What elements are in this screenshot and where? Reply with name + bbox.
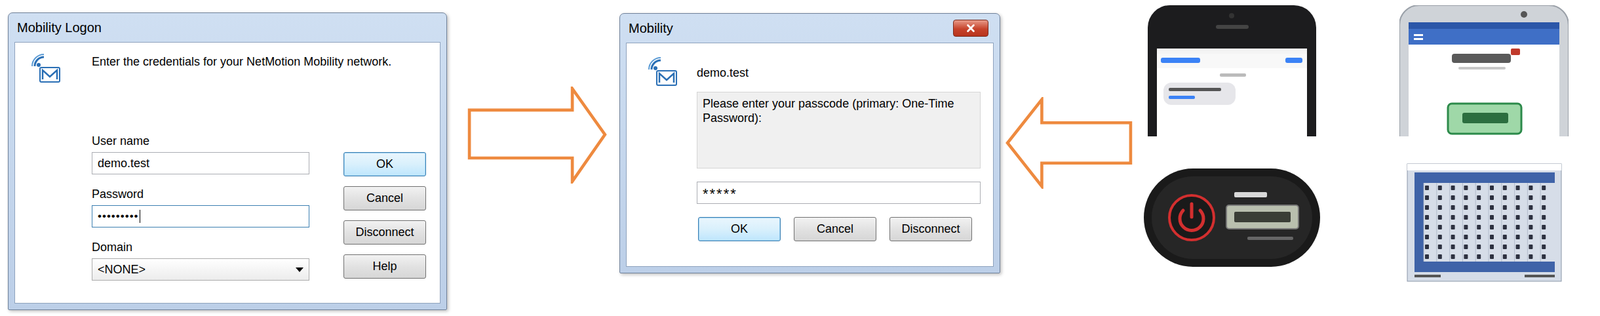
user-name: demo.test xyxy=(696,55,981,80)
message-box: Please enter your passcode (primary: One… xyxy=(696,91,981,169)
passcode-dialog: Mobility demo.test Please enter your pas… xyxy=(619,13,1001,274)
sms-phone-icon xyxy=(1147,5,1317,137)
otp-devices xyxy=(1139,5,1576,283)
form-field: User name demo.test xyxy=(91,133,310,175)
dialog-button[interactable]: Disconnect xyxy=(343,220,427,245)
grid-card-icon xyxy=(1406,163,1562,282)
device-picture xyxy=(1399,5,1569,137)
device-picture xyxy=(1147,5,1317,137)
text-caret xyxy=(139,209,141,223)
hardware-token-icon xyxy=(1142,163,1322,273)
dialog-button[interactable]: Cancel xyxy=(793,216,877,242)
button-column: OK Cancel Disconnect Help xyxy=(343,133,427,281)
passcode-input[interactable]: ***** xyxy=(696,181,981,204)
netmotion-logo-icon xyxy=(646,55,680,88)
prompt-text: Enter the credentials for your NetMotion… xyxy=(91,51,435,134)
window-title: Mobility Logon xyxy=(17,20,102,36)
text-input[interactable]: ••••••••• xyxy=(91,205,310,228)
dialog-button[interactable]: OK xyxy=(343,152,427,177)
dropdown-arrow-icon xyxy=(295,267,304,273)
dialog-body: demo.test Please enter your passcode (pr… xyxy=(625,42,994,267)
device-picture xyxy=(1406,163,1562,282)
dialog-button[interactable]: Help xyxy=(343,254,427,279)
text-input[interactable]: demo.test xyxy=(91,152,310,175)
title-bar: Mobility xyxy=(625,13,994,43)
title-bar: Mobility Logon xyxy=(14,13,441,42)
flow-arrow-left-icon xyxy=(1005,97,1133,189)
domain-select[interactable]: <NONE> xyxy=(91,258,310,281)
close-button[interactable] xyxy=(953,19,989,37)
credential-fields: User name demo.test Password ••••••••• D… xyxy=(91,133,310,281)
device-picture xyxy=(1142,163,1322,273)
dialog-button[interactable]: OK xyxy=(698,216,781,242)
field-label: Domain xyxy=(91,239,310,255)
form-field: Domain <NONE> xyxy=(91,239,310,281)
form-field: Password ••••••••• xyxy=(91,186,310,228)
flow-arrow-right-icon xyxy=(467,86,607,184)
authenticator-phone-icon xyxy=(1399,5,1569,137)
button-row: OK Cancel Disconnect xyxy=(696,216,981,242)
dialog-button[interactable]: Cancel xyxy=(343,186,427,211)
mobility-logon-dialog: Mobility Logon Enter the credentials for… xyxy=(7,12,448,311)
field-label: User name xyxy=(91,133,310,149)
close-x-icon xyxy=(963,22,978,34)
dialog-button[interactable]: Disconnect xyxy=(889,216,973,242)
window-title: Mobility xyxy=(628,20,674,37)
logon-flow-diagram: Mobility Logon Enter the credentials for… xyxy=(0,0,1600,316)
field-label: Password xyxy=(91,186,310,202)
dialog-body: Enter the credentials for your NetMotion… xyxy=(14,41,441,304)
netmotion-logo-icon xyxy=(29,51,63,85)
